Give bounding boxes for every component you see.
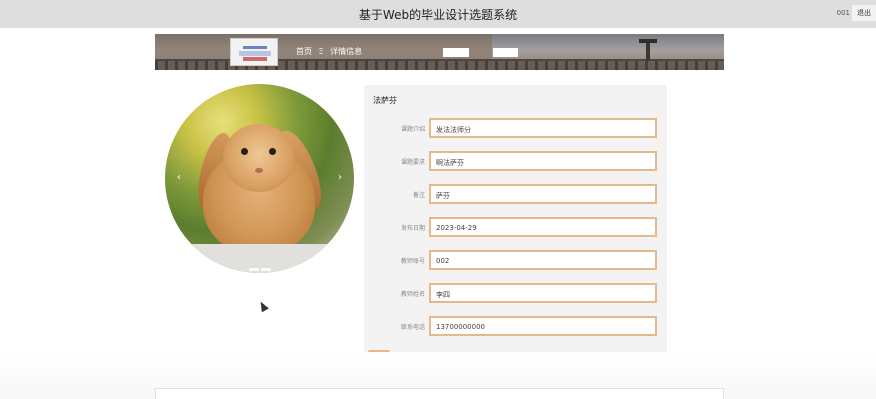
field-row: 备注 萨芬 xyxy=(364,184,667,204)
site-title: 基于Web的毕业设计选题系统 xyxy=(358,8,518,22)
image-carousel[interactable]: ‹ › xyxy=(165,84,354,273)
rabbit-head xyxy=(223,124,295,192)
detail-panel: 法萨芬 课题介绍 发法法师分 课题要求 啊法萨芬 备注 萨芬 发布日期 2023… xyxy=(364,85,667,379)
logout-button[interactable]: 退出 xyxy=(852,5,876,21)
field-phone[interactable]: 13700000000 xyxy=(429,316,657,336)
field-row: 课题介绍 发法法师分 xyxy=(364,118,667,138)
site-logo[interactable] xyxy=(230,38,278,66)
banner-placeholder-block xyxy=(443,48,469,57)
breadcrumb-home[interactable]: 首页 xyxy=(296,47,312,56)
user-name[interactable]: 001 xyxy=(837,9,850,17)
field-row: 联系电话 13700000000 xyxy=(364,316,667,336)
field-topic-requirement[interactable]: 啊法萨芬 xyxy=(429,151,657,171)
top-bar: 基于Web的毕业设计选题系统 001 退出 xyxy=(0,0,876,28)
field-label: 联系电话 xyxy=(400,324,425,331)
mouse-cursor-icon xyxy=(257,299,269,313)
banner-tower xyxy=(639,39,657,61)
rabbit-nose xyxy=(255,168,263,173)
field-teacher-account[interactable]: 002 xyxy=(429,250,657,270)
field-row: 发布日期 2023-04-29 xyxy=(364,217,667,237)
breadcrumb-separator-icon: Ξ xyxy=(318,47,324,56)
breadcrumb-current: 详情信息 xyxy=(330,47,363,56)
field-label: 教师账号 xyxy=(400,258,425,265)
field-label: 课题要求 xyxy=(400,159,425,166)
field-teacher-name[interactable]: 李四 xyxy=(429,283,657,303)
field-topic-intro[interactable]: 发法法师分 xyxy=(429,118,657,138)
rabbit-eye xyxy=(269,148,276,155)
field-publish-date[interactable]: 2023-04-29 xyxy=(429,217,657,237)
field-label: 发布日期 xyxy=(400,225,425,232)
field-row: 教师账号 002 xyxy=(364,250,667,270)
rabbit-eye xyxy=(241,148,248,155)
field-label: 备注 xyxy=(412,192,425,199)
field-label: 教师姓名 xyxy=(400,291,425,298)
carousel-indicators[interactable] xyxy=(165,256,354,273)
carousel-dot[interactable] xyxy=(248,268,259,271)
breadcrumb: 首页 Ξ 详情信息 xyxy=(296,46,366,57)
banner-placeholder-block xyxy=(493,48,518,57)
field-row: 教师姓名 李四 xyxy=(364,283,667,303)
field-remark[interactable]: 萨芬 xyxy=(429,184,657,204)
carousel-prev-icon[interactable]: ‹ xyxy=(177,172,181,183)
footer-box xyxy=(155,388,724,399)
field-label: 课题介绍 xyxy=(400,126,425,133)
detail-title: 法萨芬 xyxy=(373,96,397,105)
field-row: 课题要求 啊法萨芬 xyxy=(364,151,667,171)
carousel-next-icon[interactable]: › xyxy=(338,172,342,183)
carousel-dot[interactable] xyxy=(260,268,271,271)
